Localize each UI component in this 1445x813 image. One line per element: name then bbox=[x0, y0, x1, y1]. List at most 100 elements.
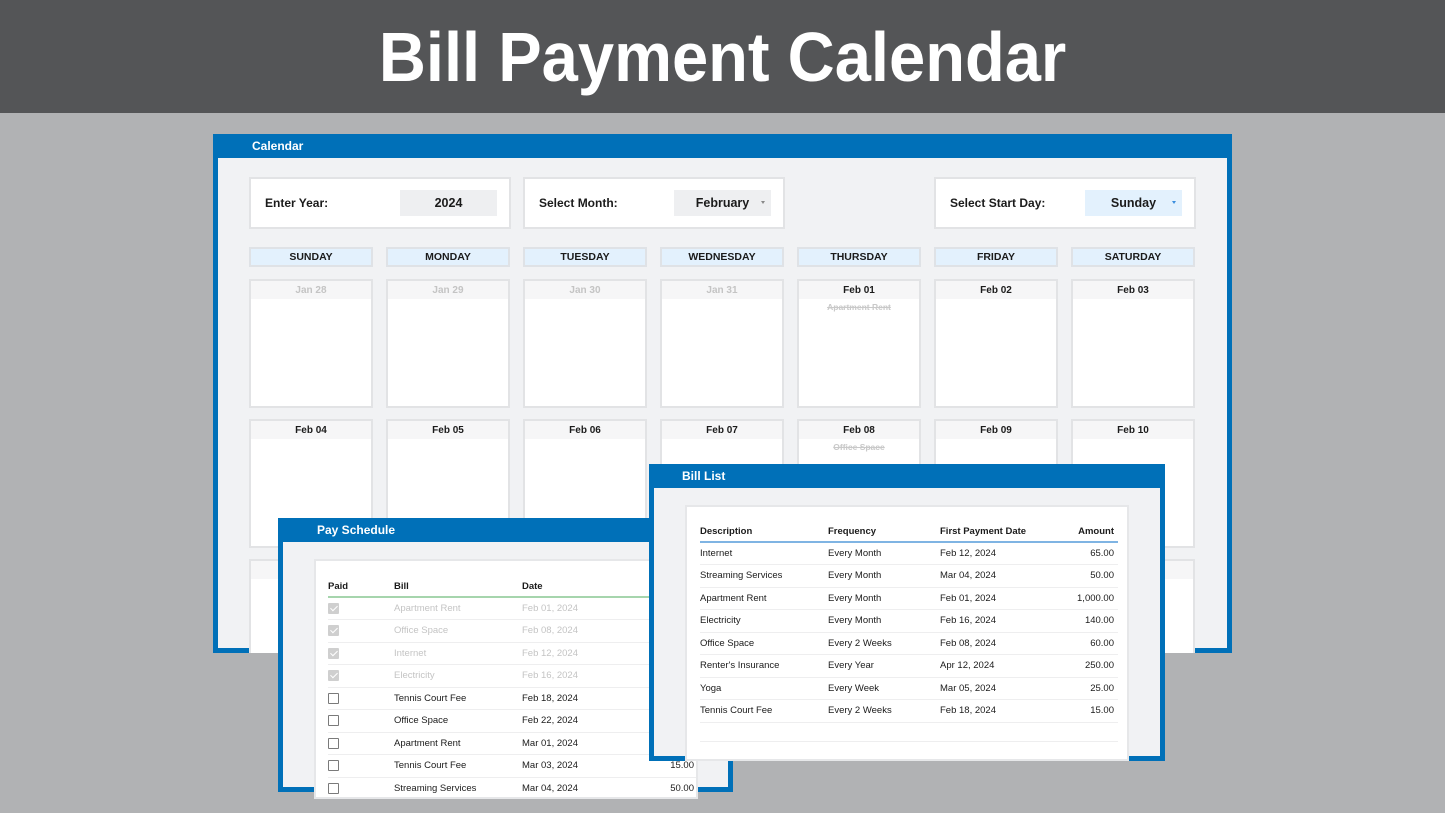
checkbox-unchecked[interactable] bbox=[328, 760, 339, 772]
description-cell[interactable]: Streaming Services bbox=[700, 564, 828, 588]
paid-bill-entry[interactable]: Office Space bbox=[799, 442, 919, 452]
column-header-amount[interactable]: Amount bbox=[1050, 520, 1118, 542]
first-payment-date-cell[interactable]: Feb 08, 2024 bbox=[940, 632, 1050, 655]
weekday-header-friday: FRIDAY bbox=[934, 247, 1058, 267]
checkbox-unchecked[interactable] bbox=[328, 782, 339, 794]
checkbox-unchecked[interactable] bbox=[328, 692, 339, 704]
calendar-day-cell[interactable]: Feb 01 Apartment Rent bbox=[797, 279, 921, 408]
paid-cell bbox=[328, 642, 394, 665]
checkbox-checked[interactable] bbox=[328, 670, 339, 682]
day-date-label: Feb 04 bbox=[251, 421, 371, 439]
description-cell[interactable]: Internet bbox=[700, 542, 828, 565]
checkbox-checked[interactable] bbox=[328, 602, 339, 614]
table-row[interactable]: Office Space Every 2 Weeks Feb 08, 2024 60.… bbox=[700, 632, 1118, 655]
checkbox-checked[interactable] bbox=[328, 625, 339, 637]
day-date-label: Feb 03 bbox=[1073, 281, 1193, 299]
frequency-cell[interactable]: Every 2 Weeks bbox=[828, 632, 940, 655]
description-cell[interactable]: Yoga bbox=[700, 677, 828, 700]
start-day-select[interactable]: Sunday bbox=[1085, 190, 1182, 216]
table-row[interactable]: Apartment Rent Every Month Feb 01, 2024 1,0… bbox=[700, 587, 1118, 610]
description-cell[interactable]: Renter's Insurance bbox=[700, 654, 828, 678]
bill-cell: Electricity bbox=[394, 664, 522, 688]
amount-cell[interactable]: 250.00 bbox=[1050, 654, 1118, 678]
table-row[interactable]: Yoga Every Week Mar 05, 2024 25.00 bbox=[700, 677, 1118, 700]
description-cell[interactable]: Tennis Court Fee bbox=[700, 699, 828, 723]
first-payment-date-cell[interactable]: Mar 04, 2024 bbox=[940, 564, 1050, 588]
day-date-label: Feb 02 bbox=[936, 281, 1056, 299]
checkbox-unchecked[interactable] bbox=[328, 737, 339, 749]
calendar-titlebar: Calendar bbox=[213, 134, 1232, 158]
pay-schedule-header-row: Paid Bill Date Amount bbox=[328, 575, 696, 597]
paid-bill-entry[interactable]: Apartment Rent bbox=[799, 302, 919, 312]
column-header-first-payment-date[interactable]: First Payment Date bbox=[940, 520, 1050, 542]
frequency-cell[interactable]: Every 2 Weeks bbox=[828, 699, 940, 723]
calendar-day-cell[interactable]: Jan 31 bbox=[660, 279, 784, 408]
checkbox-checked[interactable] bbox=[328, 647, 339, 659]
description-cell[interactable]: Electricity bbox=[700, 609, 828, 633]
table-row[interactable]: Internet Every Month Feb 12, 2024 65.00 bbox=[700, 542, 1118, 565]
paid-cell bbox=[328, 687, 394, 710]
start-day-value: Sunday bbox=[1110, 196, 1157, 210]
year-input[interactable]: 2024 bbox=[400, 190, 497, 216]
table-row[interactable]: Electricity Every Month Feb 16, 2024 140.00 bbox=[700, 609, 1118, 633]
amount-cell[interactable]: 65.00 bbox=[1050, 542, 1118, 565]
day-date-label: Feb 10 bbox=[1073, 421, 1193, 439]
column-header-frequency[interactable]: Frequency bbox=[828, 520, 940, 542]
paid-cell bbox=[328, 754, 394, 778]
table-row: Tennis Court Fee Mar 03, 2024 15.00 bbox=[328, 754, 696, 778]
month-value: February bbox=[695, 196, 750, 210]
bill-cell: Office Space bbox=[394, 619, 522, 643]
date-cell: Feb 12, 2024 bbox=[522, 642, 618, 665]
table-divider bbox=[700, 741, 1118, 742]
table-row: InternetFeb 12, 202465.00 bbox=[328, 642, 696, 665]
checkbox-unchecked[interactable] bbox=[328, 715, 339, 727]
amount-cell[interactable]: 50.00 bbox=[1050, 564, 1118, 588]
bill-cell: Office Space bbox=[394, 709, 522, 733]
paid-cell bbox=[328, 732, 394, 755]
paid-cell bbox=[328, 597, 394, 620]
amount-cell[interactable]: 1,000.00 bbox=[1050, 587, 1118, 610]
column-header-paid[interactable]: Paid bbox=[328, 575, 394, 597]
calendar-day-cell[interactable]: Jan 30 bbox=[523, 279, 647, 408]
chevron-down-icon bbox=[761, 201, 765, 204]
column-header-date[interactable]: Date bbox=[522, 575, 618, 597]
first-payment-date-cell[interactable]: Mar 05, 2024 bbox=[940, 677, 1050, 700]
frequency-cell[interactable]: Every Month bbox=[828, 564, 940, 588]
calendar-day-cell[interactable]: Jan 28 bbox=[249, 279, 373, 408]
weekday-header-wednesday: WEDNESDAY bbox=[660, 247, 784, 267]
frequency-cell[interactable]: Every Month bbox=[828, 542, 940, 565]
calendar-day-cell[interactable]: Jan 29 bbox=[386, 279, 510, 408]
day-date-label: Feb 06 bbox=[525, 421, 645, 439]
table-row[interactable]: Streaming Services Every Month Mar 04, 202… bbox=[700, 564, 1118, 588]
table-row: Office SpaceFeb 08, 202460.00 bbox=[328, 619, 696, 643]
amount-cell[interactable]: 140.00 bbox=[1050, 609, 1118, 633]
column-header-bill[interactable]: Bill bbox=[394, 575, 522, 597]
chevron-down-icon bbox=[1172, 201, 1176, 204]
column-header-description[interactable]: Description bbox=[700, 520, 828, 542]
first-payment-date-cell[interactable]: Feb 16, 2024 bbox=[940, 609, 1050, 633]
table-row[interactable]: Renter's Insurance Every Year Apr 12, 2024… bbox=[700, 654, 1118, 678]
table-row[interactable]: Tennis Court Fee Every 2 Weeks Feb 18, 202… bbox=[700, 699, 1118, 723]
weekday-header-monday: MONDAY bbox=[386, 247, 510, 267]
first-payment-date-cell[interactable]: Apr 12, 2024 bbox=[940, 654, 1050, 678]
amount-cell[interactable]: 25.00 bbox=[1050, 677, 1118, 700]
bill-list-header-row: Description Frequency First Payment Date… bbox=[700, 520, 1118, 542]
weekday-header-tuesday: TUESDAY bbox=[523, 247, 647, 267]
first-payment-date-cell[interactable]: Feb 12, 2024 bbox=[940, 542, 1050, 565]
frequency-cell[interactable]: Every Month bbox=[828, 609, 940, 633]
amount-cell[interactable]: 15.00 bbox=[1050, 699, 1118, 723]
frequency-cell[interactable]: Every Week bbox=[828, 677, 940, 700]
month-select[interactable]: February bbox=[674, 190, 771, 216]
page-title: Bill Payment Calendar bbox=[378, 17, 1067, 96]
first-payment-date-cell[interactable]: Feb 01, 2024 bbox=[940, 587, 1050, 610]
calendar-day-cell[interactable]: Feb 02 bbox=[934, 279, 1058, 408]
table-row: ElectricityFeb 16, 2024140.00 bbox=[328, 664, 696, 688]
calendar-day-cell[interactable]: Feb 03 bbox=[1071, 279, 1195, 408]
first-payment-date-cell[interactable]: Feb 18, 2024 bbox=[940, 699, 1050, 723]
frequency-cell[interactable]: Every Year bbox=[828, 654, 940, 678]
description-cell[interactable]: Office Space bbox=[700, 632, 828, 655]
amount-cell[interactable]: 60.00 bbox=[1050, 632, 1118, 655]
frequency-cell[interactable]: Every Month bbox=[828, 587, 940, 610]
description-cell[interactable]: Apartment Rent bbox=[700, 587, 828, 610]
weekday-header-thursday: THURSDAY bbox=[797, 247, 921, 267]
